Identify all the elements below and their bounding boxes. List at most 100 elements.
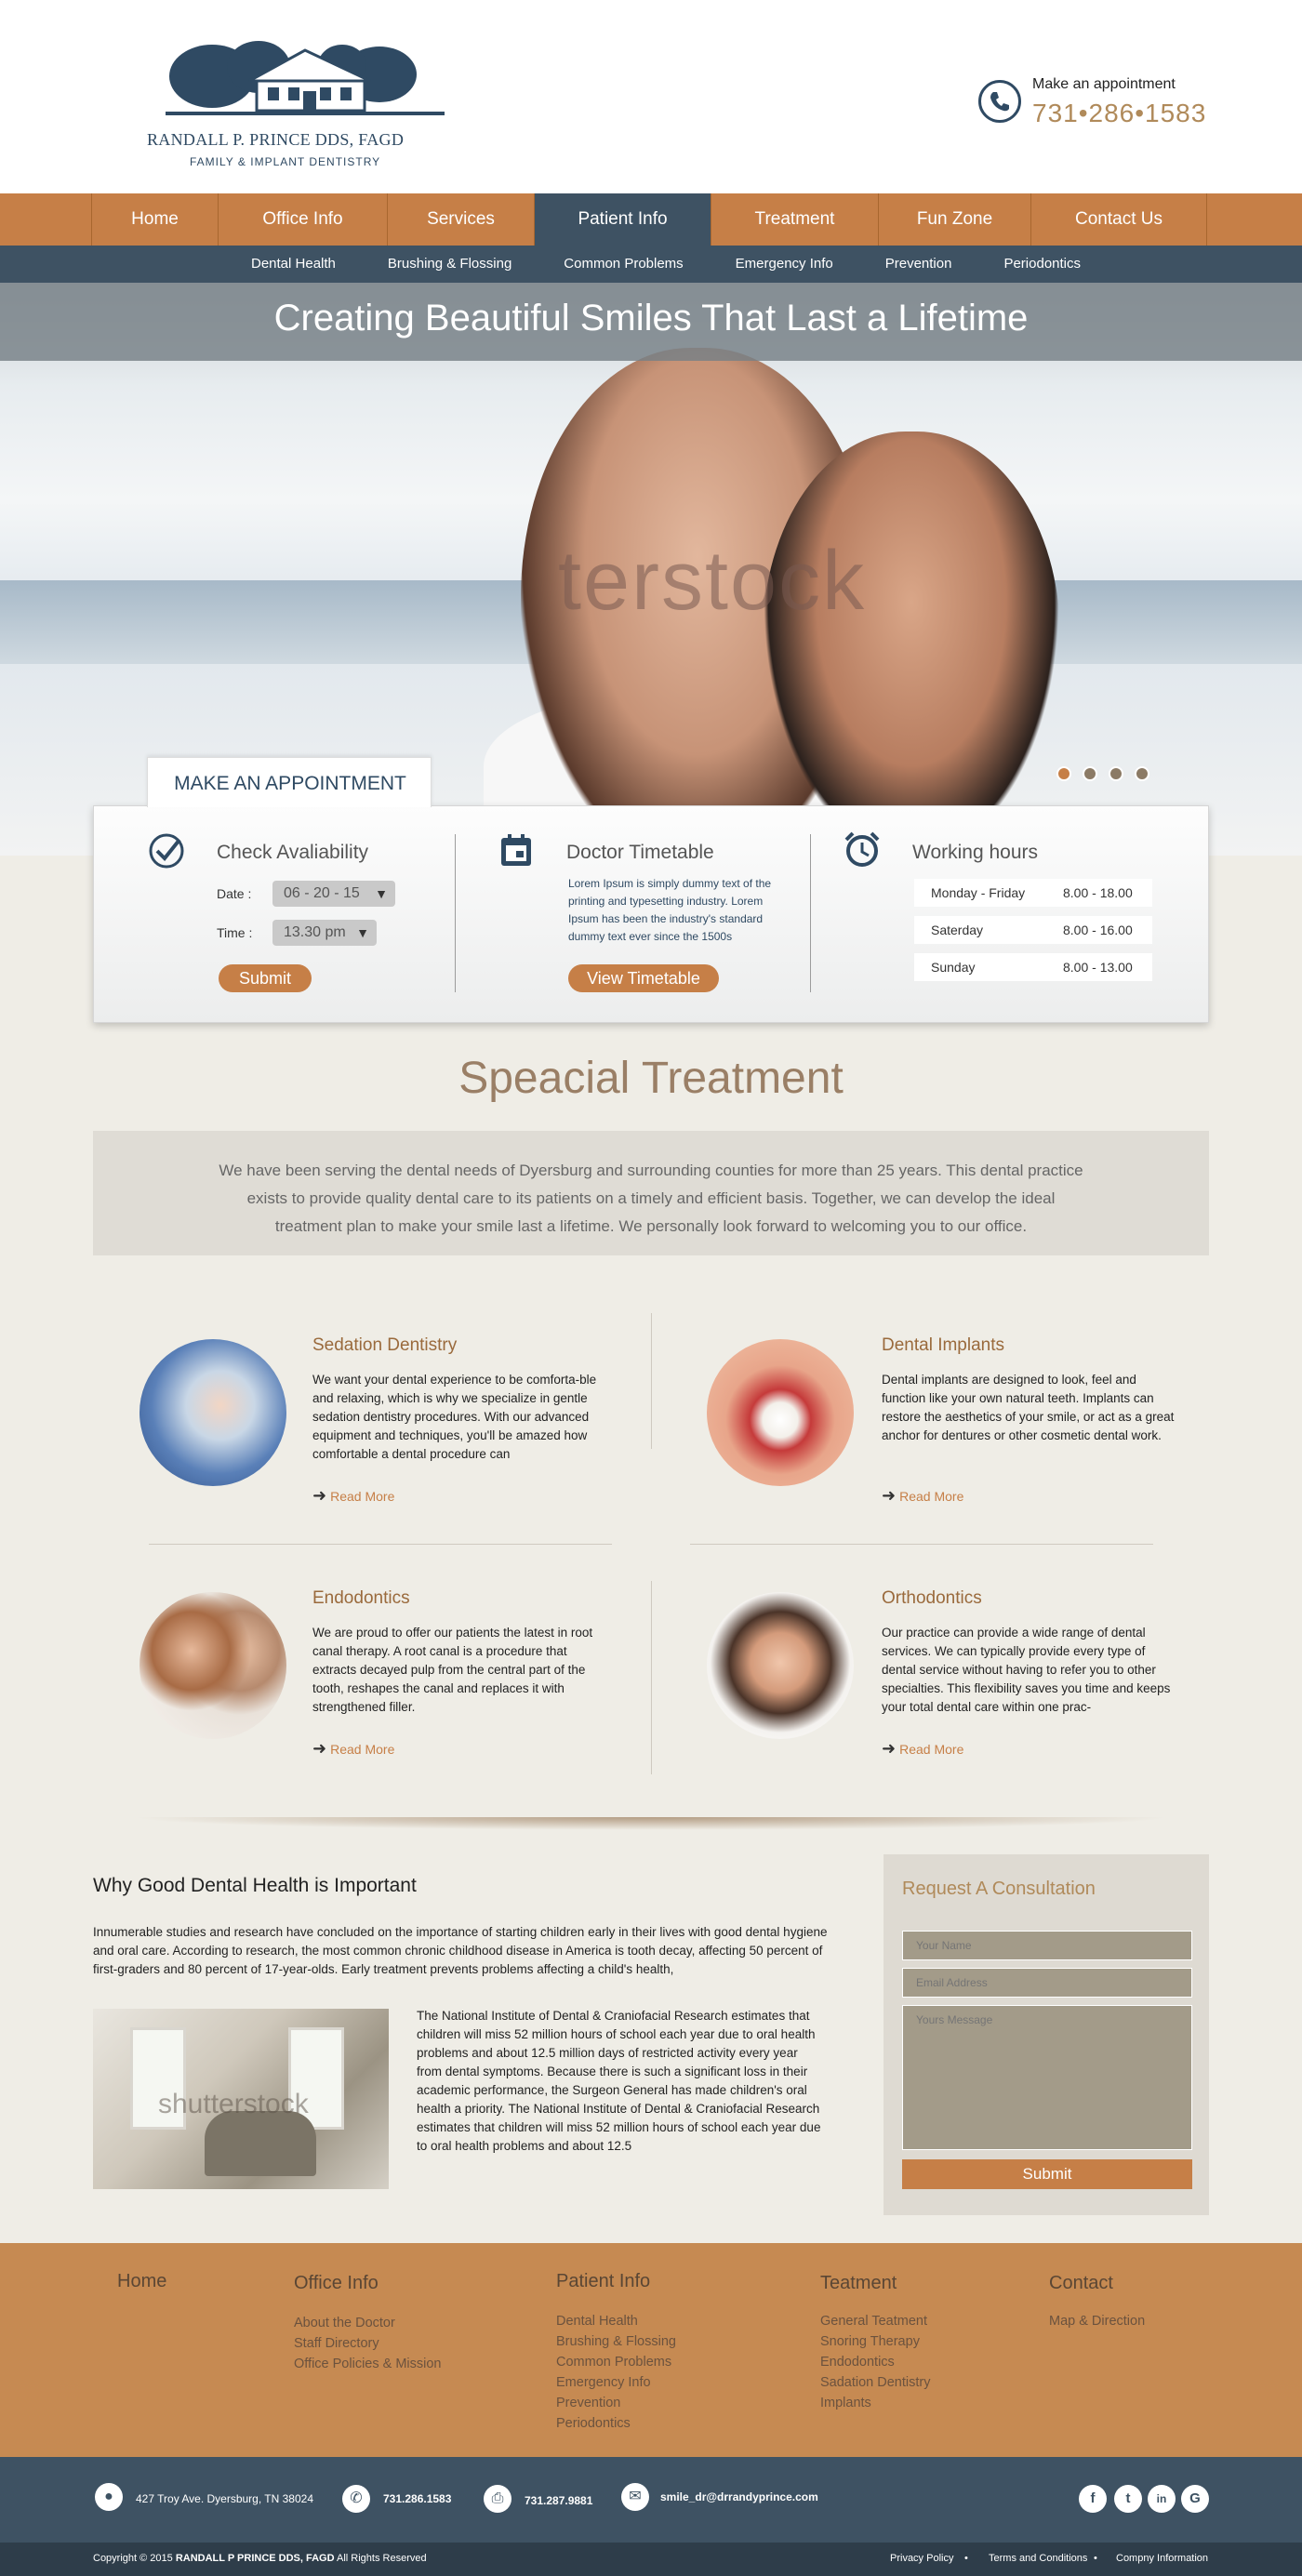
footer-col-office-info[interactable]: Office Info <box>294 2273 379 2294</box>
read-more-link[interactable]: ➜ Read More <box>882 1486 963 1506</box>
contact-bar: ● 427 Troy Ave. Dyersburg, TN 38024 ✆ 73… <box>0 2457 1302 2543</box>
nav-fun-zone[interactable]: Fun Zone <box>878 193 1030 246</box>
footer-link[interactable]: Endodontics <box>820 2355 895 2370</box>
practice-logo[interactable]: RANDALL P. PRINCE DDS, FAGD FAMILY & IMP… <box>147 39 463 179</box>
footer-link[interactable]: Prevention <box>556 2396 620 2410</box>
check-circle-icon <box>149 833 184 869</box>
dental-chair-shape <box>205 2111 316 2176</box>
copyright-suffix: All Rights Reserved <box>334 2553 427 2564</box>
subnav-emergency-info[interactable]: Emergency Info <box>710 246 859 283</box>
make-appointment-label: MAKE AN APPOINTMENT <box>174 773 406 794</box>
footer-link[interactable]: General Teatment <box>820 2314 927 2329</box>
nav-office-info[interactable]: Office Info <box>218 193 387 246</box>
footer-link[interactable]: Map & Direction <box>1049 2314 1145 2329</box>
footer-link[interactable]: Sadation Dentistry <box>820 2375 930 2390</box>
copyright-name: RANDALL P PRINCE DDS, FAGD <box>175 2553 335 2564</box>
footer-link[interactable]: About the Doctor <box>294 2316 395 2330</box>
read-more-link[interactable]: ➜ Read More <box>312 1739 394 1759</box>
consultation-title: Request A Consultation <box>902 1879 1096 1899</box>
service-title[interactable]: Endodontics <box>312 1588 410 1609</box>
facebook-icon[interactable]: f <box>1079 2485 1107 2513</box>
why-dental-health-title: Why Good Dental Health is Important <box>93 1875 417 1896</box>
make-appointment-tab[interactable]: MAKE AN APPOINTMENT <box>147 757 432 807</box>
footer-link[interactable]: Staff Directory <box>294 2336 379 2351</box>
read-more-link[interactable]: ➜ Read More <box>882 1739 963 1759</box>
alarm-clock-icon <box>844 831 880 867</box>
footer-link[interactable]: Common Problems <box>556 2355 671 2370</box>
service-text: Our practice can provide a wide range of… <box>882 1626 1171 1714</box>
phone-text[interactable]: 731.286.1583 <box>383 2492 451 2505</box>
time-select[interactable]: 13.30 pm ▼ <box>272 920 377 946</box>
hero-title: Creating Beautiful Smiles That Last a Li… <box>273 298 1029 339</box>
services-divider <box>149 1544 612 1545</box>
nav-home[interactable]: Home <box>91 193 218 246</box>
subnav-prevention[interactable]: Prevention <box>859 246 978 283</box>
footer-link[interactable]: Office Policies & Mission <box>294 2357 441 2371</box>
subnav-common-problems[interactable]: Common Problems <box>538 246 709 283</box>
slider-dot-2[interactable] <box>1083 766 1097 781</box>
twitter-icon[interactable]: t <box>1114 2485 1142 2513</box>
date-select[interactable]: 06 - 20 - 15 ▼ <box>272 881 395 907</box>
copyright: Copyright © 2015 RANDALL P PRINCE DDS, F… <box>93 2553 427 2564</box>
hours-day: Monday - Friday <box>931 885 1026 900</box>
footer-col-patient-info[interactable]: Patient Info <box>556 2271 650 2292</box>
footer-col-contact[interactable]: Contact <box>1049 2273 1113 2294</box>
name-input[interactable] <box>902 1931 1192 1960</box>
hero-title-bar: Creating Beautiful Smiles That Last a Li… <box>0 283 1302 361</box>
nav-services[interactable]: Services <box>387 193 534 246</box>
google-plus-icon[interactable]: G <box>1181 2485 1209 2513</box>
message-textarea[interactable] <box>902 2005 1192 2150</box>
subnav-periodontics[interactable]: Periodontics <box>977 246 1107 283</box>
read-more-link[interactable]: ➜ Read More <box>312 1486 394 1506</box>
phone-icon: ✆ <box>342 2485 370 2513</box>
copyright-prefix: Copyright © 2015 <box>93 2553 176 2564</box>
service-title[interactable]: Dental Implants <box>882 1335 1004 1356</box>
nav-patient-info[interactable]: Patient Info <box>534 193 711 246</box>
slider-dots <box>1056 766 1149 781</box>
linkedin-icon[interactable]: in <box>1148 2485 1176 2513</box>
footer-link[interactable]: Emergency Info <box>556 2375 651 2390</box>
panel-divider <box>810 834 811 992</box>
view-timetable-button[interactable]: View Timetable <box>568 964 719 992</box>
slider-dot-4[interactable] <box>1135 766 1149 781</box>
slider-dot-3[interactable] <box>1109 766 1123 781</box>
house-trees-logo-icon <box>166 41 445 115</box>
footer-link[interactable]: Snoring Therapy <box>820 2334 920 2349</box>
dental-office-image: shutterstock <box>93 2009 389 2189</box>
terms-link[interactable]: Terms and Conditions <box>989 2553 1087 2564</box>
footer-link[interactable]: Brushing & Flossing <box>556 2334 676 2349</box>
service-title[interactable]: Orthodontics <box>882 1588 982 1609</box>
section-shadow-divider <box>130 1817 1172 1830</box>
privacy-policy-link[interactable]: Privacy Policy <box>890 2553 953 2564</box>
company-info-link[interactable]: Compny Information <box>1116 2553 1208 2564</box>
services-divider <box>651 1313 652 1449</box>
site-footer: Home Office Info About the Doctor Staff … <box>0 2243 1302 2457</box>
check-availability-submit-button[interactable]: Submit <box>219 964 312 992</box>
footer-link[interactable]: Periodontics <box>556 2416 631 2431</box>
appointment-phone-number[interactable]: 731•286•1583 <box>1032 99 1206 128</box>
footer-col-treatment[interactable]: Teatment <box>820 2273 897 2294</box>
practice-name: RANDALL P. PRINCE DDS, FAGD <box>147 130 405 149</box>
working-hours-title: Working hours <box>912 842 1039 863</box>
footer-col-home[interactable]: Home <box>117 2271 166 2292</box>
appointment-phone-block[interactable]: Make an appointment 731•286•1583 <box>978 76 1257 132</box>
read-more-label: Read More <box>899 1742 964 1757</box>
check-availability-title: Check Avaliability <box>217 842 369 863</box>
email-text[interactable]: smile_dr@drrandyprince.com <box>660 2490 818 2503</box>
footer-link[interactable]: Dental Health <box>556 2314 638 2329</box>
hours-time: 8.00 - 16.00 <box>1063 923 1133 937</box>
service-title[interactable]: Sedation Dentistry <box>312 1335 457 1356</box>
nav-treatment[interactable]: Treatment <box>711 193 878 246</box>
subnav-brushing-flossing[interactable]: Brushing & Flossing <box>362 246 538 283</box>
sub-navigation: Dental Health Brushing & Flossing Common… <box>0 246 1302 283</box>
arrow-right-icon: ➜ <box>312 1739 327 1758</box>
slider-dot-1[interactable] <box>1056 766 1071 781</box>
subnav-dental-health[interactable]: Dental Health <box>225 246 362 283</box>
consultation-submit-button[interactable]: Submit <box>902 2159 1192 2189</box>
chevron-down-icon: ▼ <box>356 925 369 940</box>
nav-contact-us[interactable]: Contact Us <box>1030 193 1207 246</box>
practice-tagline: FAMILY & IMPLANT DENTISTRY <box>190 155 381 168</box>
date-value: 06 - 20 - 15 <box>284 885 360 901</box>
email-input[interactable] <box>902 1968 1192 1998</box>
footer-link[interactable]: Implants <box>820 2396 871 2410</box>
